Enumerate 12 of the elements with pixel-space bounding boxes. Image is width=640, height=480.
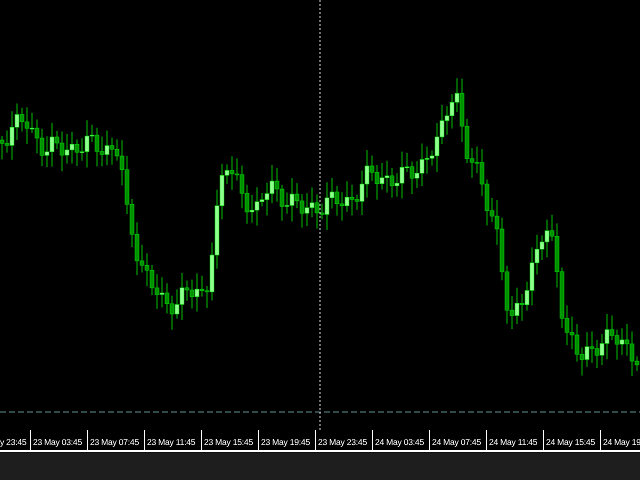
time-axis-label: 24 May 19 — [603, 436, 640, 449]
time-axis-label: 24 May 07:45 — [432, 436, 481, 449]
time-axis-label: 23 May 23:45 — [318, 436, 367, 449]
time-axis-label: 23 May 19:45 — [261, 436, 310, 449]
time-axis-label: 23 May 15:45 — [204, 436, 253, 449]
time-axis-label: y 23:45 — [0, 436, 26, 449]
time-axis-label: 23 May 11:45 — [147, 436, 196, 449]
time-axis-label: 23 May 03:45 — [33, 436, 82, 449]
time-axis-label: 24 May 03:45 — [375, 436, 424, 449]
time-axis-label: 23 May 07:45 — [90, 436, 139, 449]
time-axis-label: 24 May 11:45 — [489, 436, 538, 449]
time-axis-label: 24 May 15:45 — [546, 436, 595, 449]
